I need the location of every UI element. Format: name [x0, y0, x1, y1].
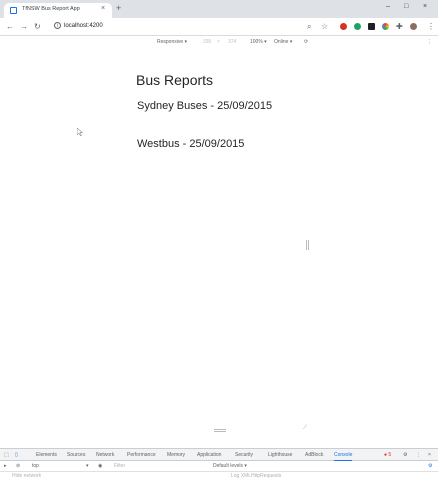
rotate-icon[interactable]: ⟳: [304, 39, 308, 45]
error-count-badge[interactable]: ● 5: [384, 452, 391, 458]
new-tab-button[interactable]: +: [116, 4, 121, 13]
close-window-button[interactable]: ×: [423, 3, 427, 10]
info-icon[interactable]: i: [54, 22, 61, 29]
opera-extension-icon[interactable]: [340, 23, 347, 30]
log-levels-select[interactable]: Default levels ▾: [213, 463, 247, 469]
favicon-icon: [10, 7, 17, 14]
dark-extension-icon[interactable]: [368, 23, 375, 30]
forward-icon[interactable]: →: [20, 22, 28, 31]
devtools-menu-icon[interactable]: ⋮: [416, 452, 421, 458]
context-select[interactable]: top: [32, 463, 39, 469]
page-title: Bus Reports: [136, 72, 214, 88]
network-throttle-select[interactable]: Online ▾: [274, 39, 292, 45]
devtools-tab-bar: ⬚ ▯ Elements Sources Network Performance…: [0, 449, 438, 461]
resize-handle-right[interactable]: [306, 240, 309, 250]
console-filter-input[interactable]: Filter: [114, 463, 125, 469]
inspect-element-icon[interactable]: ⬚: [4, 452, 9, 458]
device-select[interactable]: Responsive ▾: [157, 39, 187, 45]
device-toolbar: Responsive ▾ 335 × 374 100% ▾ Online ▾ ⟳…: [0, 36, 438, 48]
devtools-close-icon[interactable]: ×: [428, 452, 431, 458]
maximize-button[interactable]: □: [404, 3, 408, 10]
color-extension-icon[interactable]: [382, 23, 389, 30]
tab-console[interactable]: Console: [334, 452, 353, 461]
minimize-button[interactable]: –: [386, 3, 390, 10]
error-count: 5: [388, 452, 392, 458]
console-toolbar: ▸ ⊘ top ▾ ◉ Filter Default levels ▾ ⚙: [0, 461, 438, 472]
devtools-panel: ⬚ ▯ Elements Sources Network Performance…: [0, 448, 438, 481]
tab-adblock[interactable]: AdBlock: [305, 452, 323, 458]
url-text[interactable]: localhost:4200: [64, 23, 103, 29]
zoom-search-icon[interactable]: ⌕: [307, 22, 311, 31]
tab-title: TfNSW Bus Report App: [22, 6, 80, 12]
browser-tab[interactable]: TfNSW Bus Report App ×: [4, 3, 112, 18]
tab-elements[interactable]: Elements: [36, 452, 57, 458]
tab-security[interactable]: Security: [235, 452, 253, 458]
tab-sources[interactable]: Sources: [67, 452, 85, 458]
context-dropdown-icon[interactable]: ▾: [86, 463, 89, 469]
settings-gear-icon[interactable]: ⚙: [403, 452, 407, 458]
tab-performance[interactable]: Performance: [127, 452, 156, 458]
tab-lighthouse[interactable]: Lighthouse: [268, 452, 292, 458]
address-bar[interactable]: i localhost:4200: [48, 20, 338, 34]
device-menu-icon[interactable]: ⋮: [427, 39, 432, 45]
tab-network[interactable]: Network: [96, 452, 114, 458]
resize-handle-bottom[interactable]: [214, 429, 226, 432]
zoom-select[interactable]: 100% ▾: [250, 39, 267, 45]
report-link-westbus[interactable]: Westbus - 25/09/2015: [137, 138, 244, 150]
mouse-cursor-icon: [77, 128, 83, 136]
back-icon[interactable]: ←: [6, 22, 14, 31]
bookmark-star-icon[interactable]: ☆: [321, 22, 328, 31]
console-sidebar-icon[interactable]: ▸: [4, 463, 7, 469]
log-xhr-checkbox[interactable]: Log XMLHttpRequests: [231, 473, 281, 479]
tab-memory[interactable]: Memory: [167, 452, 185, 458]
resize-handle-corner[interactable]: ⟋: [303, 425, 307, 432]
device-width-input[interactable]: 335: [203, 39, 211, 45]
kebab-menu-icon[interactable]: ⋮: [427, 22, 435, 31]
tab-close-icon[interactable]: ×: [101, 5, 105, 12]
clear-console-icon[interactable]: ⊘: [16, 463, 20, 469]
device-height-input[interactable]: 374: [228, 39, 236, 45]
green-extension-icon[interactable]: [354, 23, 361, 30]
report-link-sydney-buses[interactable]: Sydney Buses - 25/09/2015: [137, 100, 272, 112]
reload-icon[interactable]: ↻: [34, 22, 41, 31]
console-settings-icon[interactable]: ⚙: [428, 463, 432, 469]
live-expression-eye-icon[interactable]: ◉: [98, 463, 102, 469]
tab-application[interactable]: Application: [197, 452, 221, 458]
dimension-separator: ×: [217, 39, 220, 45]
device-toggle-icon[interactable]: ▯: [15, 452, 18, 458]
tab-strip: TfNSW Bus Report App × + – □ ×: [0, 0, 438, 18]
puzzle-extensions-icon[interactable]: ✚: [396, 22, 403, 31]
hide-network-checkbox[interactable]: Hide network: [12, 473, 41, 479]
browser-toolbar: ← → ↻ i localhost:4200 ⌕ ☆ ✚ ⋮: [0, 18, 438, 36]
avatar[interactable]: [410, 23, 417, 30]
page-viewport: Bus Reports Sydney Buses - 25/09/2015 We…: [0, 48, 438, 443]
